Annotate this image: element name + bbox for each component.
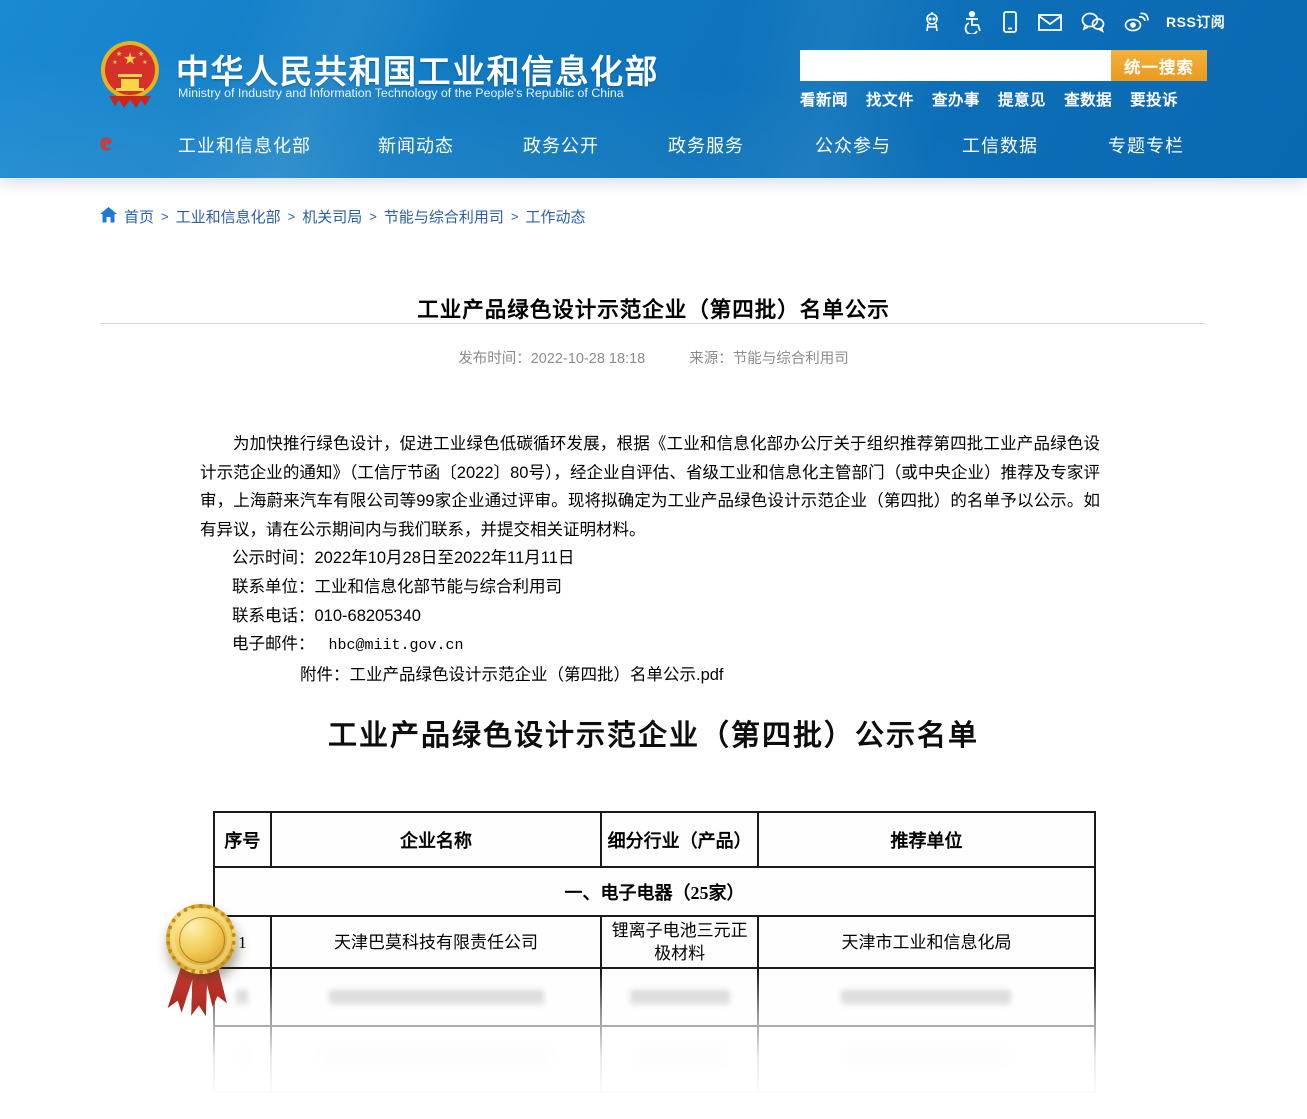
search-input[interactable] bbox=[800, 50, 1111, 81]
cell-company: 天津巴莫科技有限责任公司 bbox=[271, 916, 601, 968]
quick-link-complaint[interactable]: 要投诉 bbox=[1130, 88, 1178, 110]
contact-phone: 联系电话：010-68205340 bbox=[232, 602, 1100, 631]
site-subtitle-english: Ministry of Industry and Information Tec… bbox=[178, 86, 624, 100]
breadcrumb-separator: > bbox=[369, 209, 377, 224]
nav-item-data[interactable]: 工信数据 bbox=[962, 132, 1038, 158]
quick-link-data[interactable]: 查数据 bbox=[1064, 88, 1112, 110]
table-row-blurred bbox=[214, 1026, 1095, 1092]
breadcrumb-energy-dept[interactable]: 节能与综合利用司 bbox=[384, 206, 504, 227]
attachment-pdf-link[interactable]: 工业产品绿色设计示范企业（第四批）名单公示.pdf bbox=[350, 666, 724, 684]
article-body: 为加快推行绿色设计，促进工业绿色低碳循环发展，根据《工业和信息化部办公厅关于组织… bbox=[200, 430, 1100, 689]
home-icon[interactable] bbox=[100, 207, 117, 227]
nav-item-gov-open[interactable]: 政务公开 bbox=[523, 132, 599, 158]
col-header-recommender: 推荐单位 bbox=[758, 812, 1095, 867]
title-divider bbox=[100, 323, 1205, 324]
article-meta: 发布时间：2022-10-28 18:18 来源：节能与综合利用司 bbox=[0, 347, 1307, 368]
svg-text:★: ★ bbox=[138, 50, 144, 58]
nav-item-news[interactable]: 新闻动态 bbox=[378, 132, 454, 158]
weibo-icon[interactable] bbox=[1123, 11, 1149, 33]
svg-text:★: ★ bbox=[112, 59, 117, 66]
wechat-icon[interactable] bbox=[1080, 11, 1106, 33]
mobile-icon[interactable] bbox=[1000, 10, 1020, 34]
unified-search: 统一搜索 bbox=[800, 50, 1207, 81]
table-row-blurred bbox=[214, 968, 1095, 1026]
breadcrumb: 首页 > 工业和信息化部 > 机关司局 > 节能与综合利用司 > 工作动态 bbox=[100, 206, 585, 227]
robot-icon[interactable] bbox=[920, 10, 944, 34]
quick-link-services[interactable]: 查办事 bbox=[932, 88, 980, 110]
page-title: 工业产品绿色设计示范企业（第四批）名单公示 bbox=[0, 293, 1307, 324]
mail-icon[interactable] bbox=[1037, 11, 1063, 33]
attachment-line: 附件：工业产品绿色设计示范企业（第四批）名单公示.pdf bbox=[300, 661, 1100, 690]
svg-text:★: ★ bbox=[116, 50, 122, 58]
attachment-label: 附件： bbox=[300, 666, 350, 684]
gold-medal-badge bbox=[160, 896, 246, 1028]
quick-link-feedback[interactable]: 提意见 bbox=[998, 88, 1046, 110]
quick-link-news[interactable]: 看新闻 bbox=[800, 88, 848, 110]
breadcrumb-miit[interactable]: 工业和信息化部 bbox=[176, 206, 281, 227]
breadcrumb-separator: > bbox=[288, 209, 296, 224]
breadcrumb-separator: > bbox=[161, 209, 169, 224]
rss-subscribe-link[interactable]: RSS订阅 bbox=[1166, 12, 1225, 32]
table-section-row: 一、电子电器（25家） bbox=[214, 867, 1095, 916]
site-header: RSS订阅 ★ ★ ★ ★ ★ 中华人民共和国工业和信息化部 Ministry … bbox=[0, 0, 1307, 178]
nav-item-gov-service[interactable]: 政务服务 bbox=[668, 132, 744, 158]
breadcrumb-departments[interactable]: 机关司局 bbox=[302, 206, 362, 227]
cell-recommender: 天津市工业和信息化局 bbox=[758, 916, 1095, 968]
nav-item-topics[interactable]: 专题专栏 bbox=[1108, 132, 1184, 158]
table-header-row: 序号 企业名称 细分行业（产品） 推荐单位 bbox=[214, 812, 1095, 867]
col-header-company: 企业名称 bbox=[271, 812, 601, 867]
national-emblem-logo: ★ ★ ★ ★ ★ bbox=[99, 36, 161, 115]
svg-text:★: ★ bbox=[142, 59, 147, 66]
contact-unit: 联系单位：工业和信息化部节能与综合利用司 bbox=[232, 573, 1100, 602]
email-label: 电子邮件： bbox=[232, 635, 315, 653]
cell-industry: 锂离子电池三元正极材料 bbox=[601, 916, 758, 968]
quick-links-row: 看新闻 找文件 查办事 提意见 查数据 要投诉 bbox=[800, 88, 1178, 110]
article-source: 来源：节能与综合利用司 bbox=[689, 351, 849, 367]
table-row: 1 天津巴莫科技有限责任公司 锂离子电池三元正极材料 天津市工业和信息化局 bbox=[214, 916, 1095, 968]
breadcrumb-separator: > bbox=[511, 209, 519, 224]
topbar-utility-icons: RSS订阅 bbox=[920, 10, 1225, 34]
col-header-no: 序号 bbox=[214, 812, 271, 867]
accessibility-icon[interactable] bbox=[961, 10, 983, 34]
medal-circle bbox=[166, 904, 236, 974]
section-label: 一、电子电器（25家） bbox=[214, 867, 1095, 916]
breadcrumb-work-updates[interactable]: 工作动态 bbox=[525, 206, 585, 227]
publish-time: 发布时间：2022-10-28 18:18 bbox=[458, 351, 645, 367]
email-address: hbc@miit.gov.cn bbox=[329, 637, 464, 654]
unified-search-button[interactable]: 统一搜索 bbox=[1111, 50, 1207, 81]
svg-text:★: ★ bbox=[123, 51, 137, 68]
breadcrumb-home[interactable]: 首页 bbox=[124, 206, 154, 227]
article-paragraph: 为加快推行绿色设计，促进工业绿色低碳循环发展，根据《工业和信息化部办公厅关于组织… bbox=[200, 430, 1100, 544]
announcement-title: 工业产品绿色设计示范企业（第四批）公示名单 bbox=[0, 712, 1307, 754]
quick-link-files[interactable]: 找文件 bbox=[866, 88, 914, 110]
nav-item-miit[interactable]: 工业和信息化部 bbox=[178, 132, 311, 158]
miit-e-logo-icon: e bbox=[100, 129, 126, 157]
contact-email-line: 电子邮件： hbc@miit.gov.cn bbox=[232, 630, 1100, 661]
public-notice-period: 公示时间：2022年10月28日至2022年11月11日 bbox=[232, 544, 1100, 573]
announcement-table: 序号 企业名称 细分行业（产品） 推荐单位 一、电子电器（25家） 1 天津巴莫… bbox=[213, 811, 1096, 1093]
col-header-industry: 细分行业（产品） bbox=[601, 812, 758, 867]
nav-item-participation[interactable]: 公众参与 bbox=[815, 132, 891, 158]
